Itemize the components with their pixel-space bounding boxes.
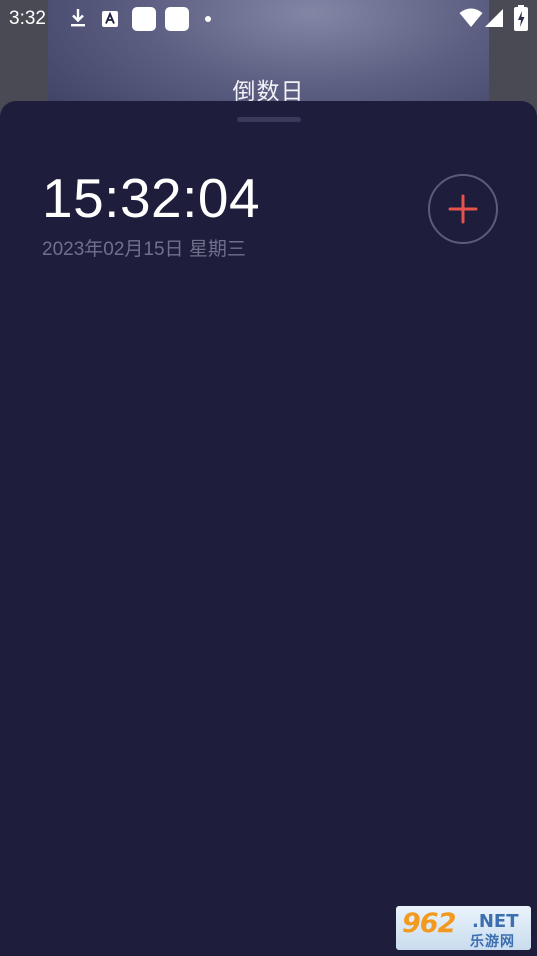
- site-watermark: 962 .NET 乐游网: [396, 906, 531, 950]
- add-countdown-button[interactable]: [428, 174, 498, 244]
- drag-handle[interactable]: [237, 117, 301, 122]
- status-bar: 3:32: [0, 0, 537, 38]
- app-notification-icon: [165, 7, 189, 31]
- translate-a-icon: [102, 11, 118, 27]
- watermark-number: 962: [402, 908, 456, 939]
- bottom-sheet: 15:32:04 2023年02月15日 星期三: [0, 101, 537, 956]
- download-icon: [71, 9, 85, 27]
- dot-icon: [205, 16, 211, 22]
- cellular-signal-icon: [485, 9, 503, 27]
- watermark-site-name: 乐游网: [470, 933, 515, 949]
- app-notification-icon: [132, 7, 156, 31]
- status-time: 3:32: [9, 8, 46, 29]
- plus-icon: [448, 194, 478, 224]
- wifi-icon: [459, 8, 483, 27]
- battery-charging-icon: [514, 5, 528, 31]
- current-time: 15:32:04: [42, 167, 261, 229]
- current-date: 2023年02月15日 星期三: [42, 239, 246, 260]
- watermark-suffix: .NET: [472, 911, 519, 932]
